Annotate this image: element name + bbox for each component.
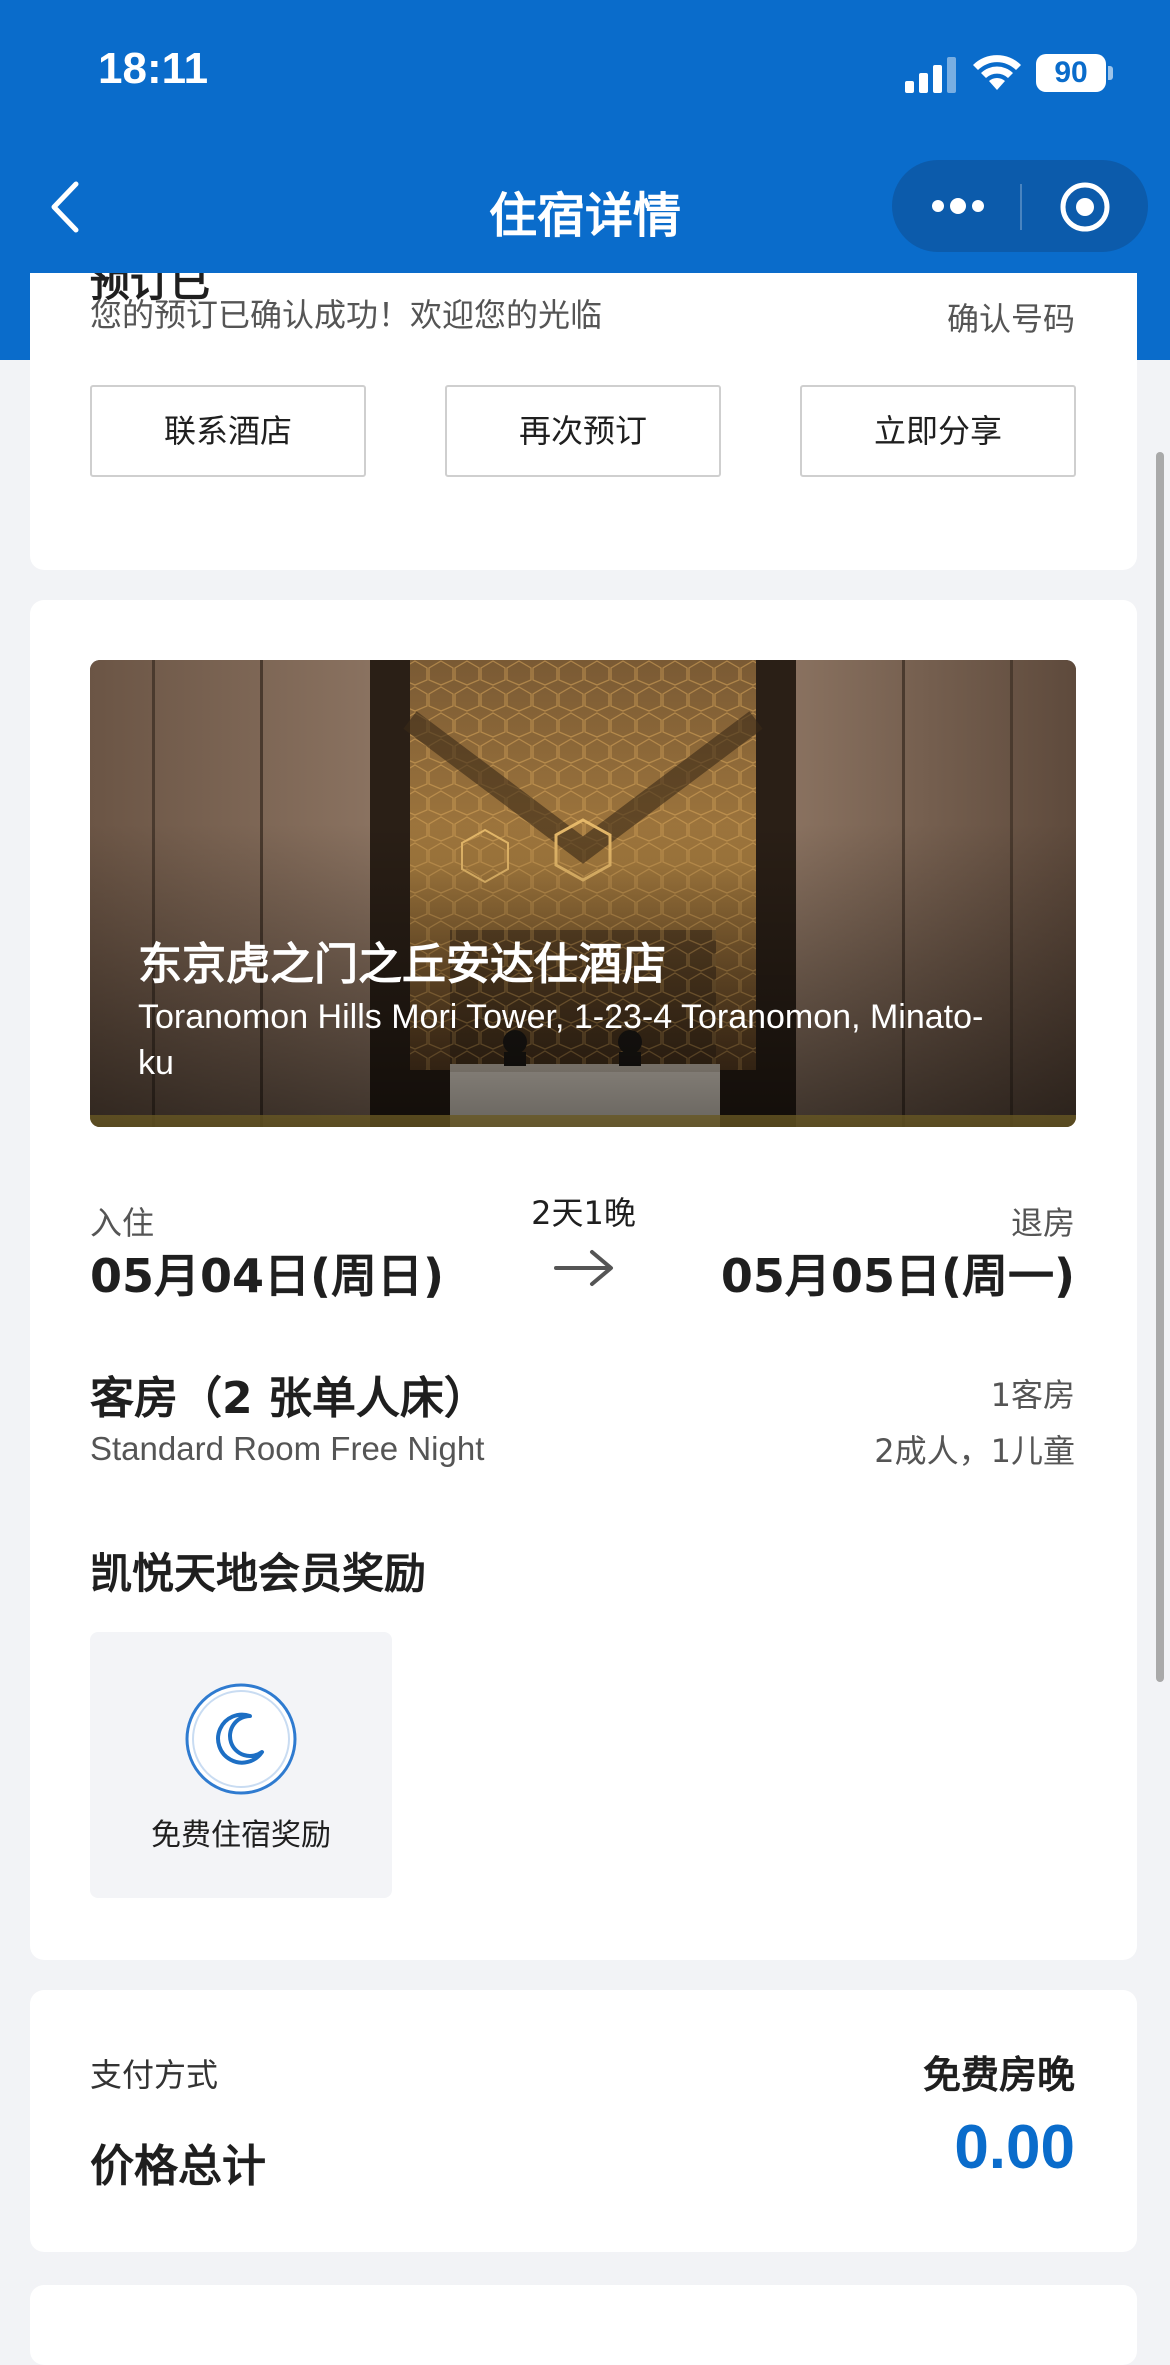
room-count: 1客房 [990,1376,1075,1414]
free-night-reward-tile[interactable]: 免费住宿奖励 [90,1632,392,1898]
wifi-icon [973,55,1021,90]
hotel-photo[interactable]: 东京虎之门之丘安达仕酒店 Toranomon Hills Mori Tower,… [90,660,1076,1127]
battery-indicator: 90 [1036,54,1106,92]
contact-hotel-button[interactable]: 联系酒店 [90,385,366,477]
app-header: 18:11 90 住宿详情 [0,0,1170,273]
more-dots-icon[interactable] [928,192,988,220]
right-arrow-icon [554,1250,613,1286]
status-time: 18:11 [98,44,209,93]
close-target-icon[interactable] [1058,180,1112,234]
moon-icon [185,1683,297,1795]
total-price-value: 0.00 [954,2113,1075,2182]
cellular-signal-icon [905,57,956,93]
guest-count: 2成人，1儿童 [874,1432,1075,1470]
rewards-title: 凯悦天地会员奖励 [90,1549,427,1598]
next-card [30,2285,1137,2365]
scrollbar[interactable] [1156,452,1164,1682]
confirmation-message: 您的预订已确认成功！欢迎您的光临 [90,296,603,334]
payment-method-value: 免费房晚 [922,2053,1075,2097]
book-again-button[interactable]: 再次预订 [445,385,721,477]
share-button[interactable]: 立即分享 [800,385,1076,477]
battery-tip [1108,66,1113,80]
hotel-address: Toranomon Hills Mori Tower, 1-23-4 Toran… [138,998,984,1082]
stay-details-card: 东京虎之门之丘安达仕酒店 Toranomon Hills Mori Tower,… [30,600,1137,1960]
capsule-divider [1020,184,1022,230]
nights-count: 2天1晚 [531,1194,636,1232]
checkin-date: 05月04日(周日) [90,1249,445,1303]
payment-method-label: 支付方式 [90,2056,219,2094]
total-price-label: 价格总计 [90,2141,266,2192]
checkout-date: 05月05日(周一) [720,1249,1075,1303]
confirmation-number-label: 确认号码 [946,300,1075,338]
reward-label: 免费住宿奖励 [151,1818,331,1853]
room-type-title: 客房（2 张单人床） [90,1373,488,1424]
hotel-name: 东京虎之门之丘安达仕酒店 [138,939,666,990]
mini-program-capsule [892,160,1148,252]
payment-card: 支付方式 免费房晚 价格总计 0.00 [30,1990,1137,2252]
room-type-english: Standard Room Free Night [90,1430,485,1467]
checkout-label: 退房 [1010,1204,1075,1242]
